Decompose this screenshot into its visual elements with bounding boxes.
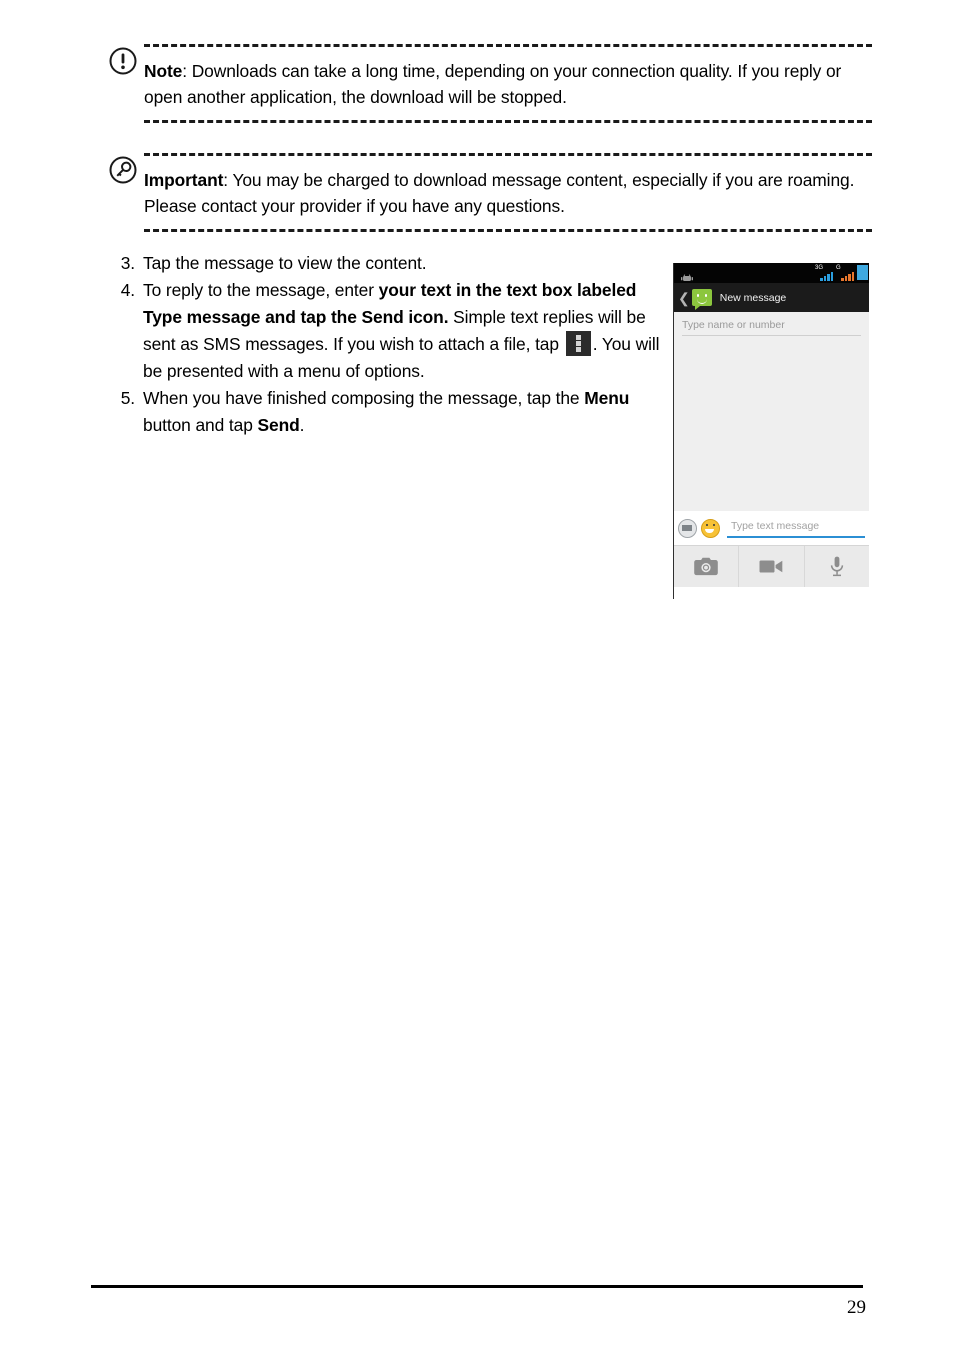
status-icons: 3G G (814, 265, 868, 281)
microphone-button[interactable] (805, 546, 869, 587)
step-number: 5. (120, 388, 135, 408)
overflow-menu-icon (565, 331, 591, 356)
exclamation-circle-icon (108, 46, 138, 76)
page-number: 29 (847, 1297, 866, 1318)
note-body: Note: Downloads can take a long time, de… (144, 44, 872, 123)
note-callout: Note: Downloads can take a long time, de… (108, 44, 872, 123)
signal-label: G (836, 265, 841, 271)
attachment-toolbar (674, 545, 869, 587)
step-text: To reply to the message, enter (143, 280, 379, 300)
signal-bars-icon: 3G (814, 265, 834, 281)
step-number: 4. (120, 280, 135, 300)
note-top-rule (144, 44, 872, 47)
recipient-input[interactable]: Type name or number (682, 319, 861, 336)
microphone-icon (830, 556, 843, 577)
camera-button[interactable] (674, 546, 740, 587)
messaging-app-icon (691, 289, 712, 310)
phone-screenshot-figure: 3G G ❮ New message Type name or number T… (673, 263, 869, 599)
back-chevron-icon[interactable]: ❮ (678, 291, 690, 305)
battery-icon (857, 265, 868, 280)
important-callout: Important: You may be charged to downloa… (108, 153, 872, 232)
step-content: To reply to the message, enter your text… (143, 280, 659, 381)
list-item: 3. Tap the message to view the content. (108, 250, 664, 277)
note-label: Note (144, 61, 183, 81)
note-separator: : (182, 61, 192, 81)
step-text: button and tap (143, 415, 258, 435)
action-bar: ❮ New message (674, 283, 869, 312)
app-title: New message (719, 291, 787, 304)
important-text: Important: You may be charged to downloa… (144, 167, 872, 219)
important-body-text: You may be charged to download message c… (144, 170, 855, 216)
step-content: When you have finished composing the mes… (143, 388, 629, 435)
note-body-text: Downloads can take a long time, dependin… (144, 61, 842, 107)
video-button[interactable] (739, 546, 805, 587)
video-camera-icon (759, 560, 783, 573)
steps-list: 3. Tap the message to view the content. … (108, 250, 664, 439)
message-thread-area (674, 336, 869, 511)
note-text: Note: Downloads can take a long time, de… (144, 58, 872, 110)
footer-rule (91, 1285, 863, 1288)
important-top-rule (144, 153, 872, 156)
list-item: 4. To reply to the message, enter your t… (108, 277, 664, 385)
status-bar: 3G G (674, 263, 869, 283)
step-text: When you have finished composing the mes… (143, 388, 585, 408)
step-text: . (299, 415, 305, 435)
key-circle-icon (108, 155, 138, 185)
compose-row: Type text message (674, 511, 869, 545)
step-text: Tap the message to view the content. (143, 253, 427, 273)
android-robot-icon (681, 269, 693, 281)
signal-label: 3G (815, 265, 824, 271)
keyboard-icon[interactable] (678, 518, 697, 538)
important-bottom-rule (144, 229, 872, 232)
emoji-icon[interactable] (701, 518, 720, 538)
list-item: 5. When you have finished composing the … (108, 385, 664, 439)
message-text-input[interactable]: Type text message (727, 519, 865, 538)
recipient-area: Type name or number (674, 312, 869, 336)
step-emphasis: Send (257, 415, 300, 435)
note-bottom-rule (144, 120, 872, 123)
step-number: 3. (120, 253, 135, 273)
important-body: Important: You may be charged to downloa… (144, 153, 872, 232)
step-emphasis: Menu (584, 388, 630, 408)
signal-bars-icon: G (835, 265, 855, 281)
step-content: Tap the message to view the content. (143, 253, 427, 273)
camera-icon (694, 557, 718, 576)
important-label: Important (144, 170, 224, 190)
